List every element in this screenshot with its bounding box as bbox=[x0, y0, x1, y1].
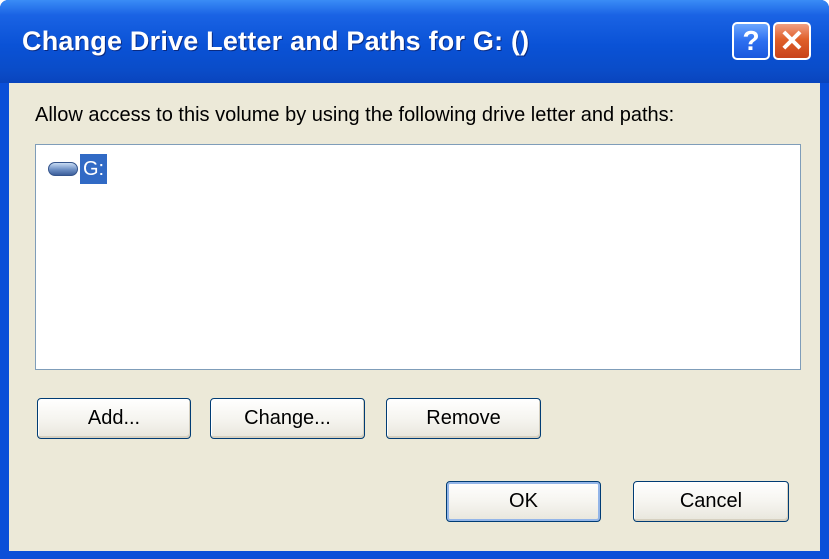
dialog-body: Allow access to this volume by using the… bbox=[9, 83, 820, 551]
close-button[interactable]: ✕ bbox=[773, 22, 811, 60]
drive-icon bbox=[48, 162, 78, 176]
close-icon: ✕ bbox=[779, 24, 805, 58]
help-button[interactable]: ? bbox=[732, 22, 770, 60]
add-button[interactable]: Add... bbox=[37, 398, 191, 439]
change-button[interactable]: Change... bbox=[210, 398, 365, 439]
instruction-label: Allow access to this volume by using the… bbox=[35, 104, 675, 126]
ok-button[interactable]: OK bbox=[446, 481, 601, 522]
drive-letter-label: G: bbox=[80, 154, 108, 184]
title-bar[interactable]: Change Drive Letter and Paths for G: () … bbox=[0, 0, 829, 83]
help-icon: ? bbox=[742, 25, 760, 56]
remove-button[interactable]: Remove bbox=[386, 398, 541, 439]
dialog-title: Change Drive Letter and Paths for G: () bbox=[22, 26, 530, 56]
paths-listbox[interactable]: G: bbox=[35, 144, 801, 370]
list-item[interactable]: G: bbox=[48, 153, 108, 185]
dialog-window: Change Drive Letter and Paths for G: () … bbox=[0, 0, 829, 559]
cancel-button[interactable]: Cancel bbox=[633, 481, 789, 522]
